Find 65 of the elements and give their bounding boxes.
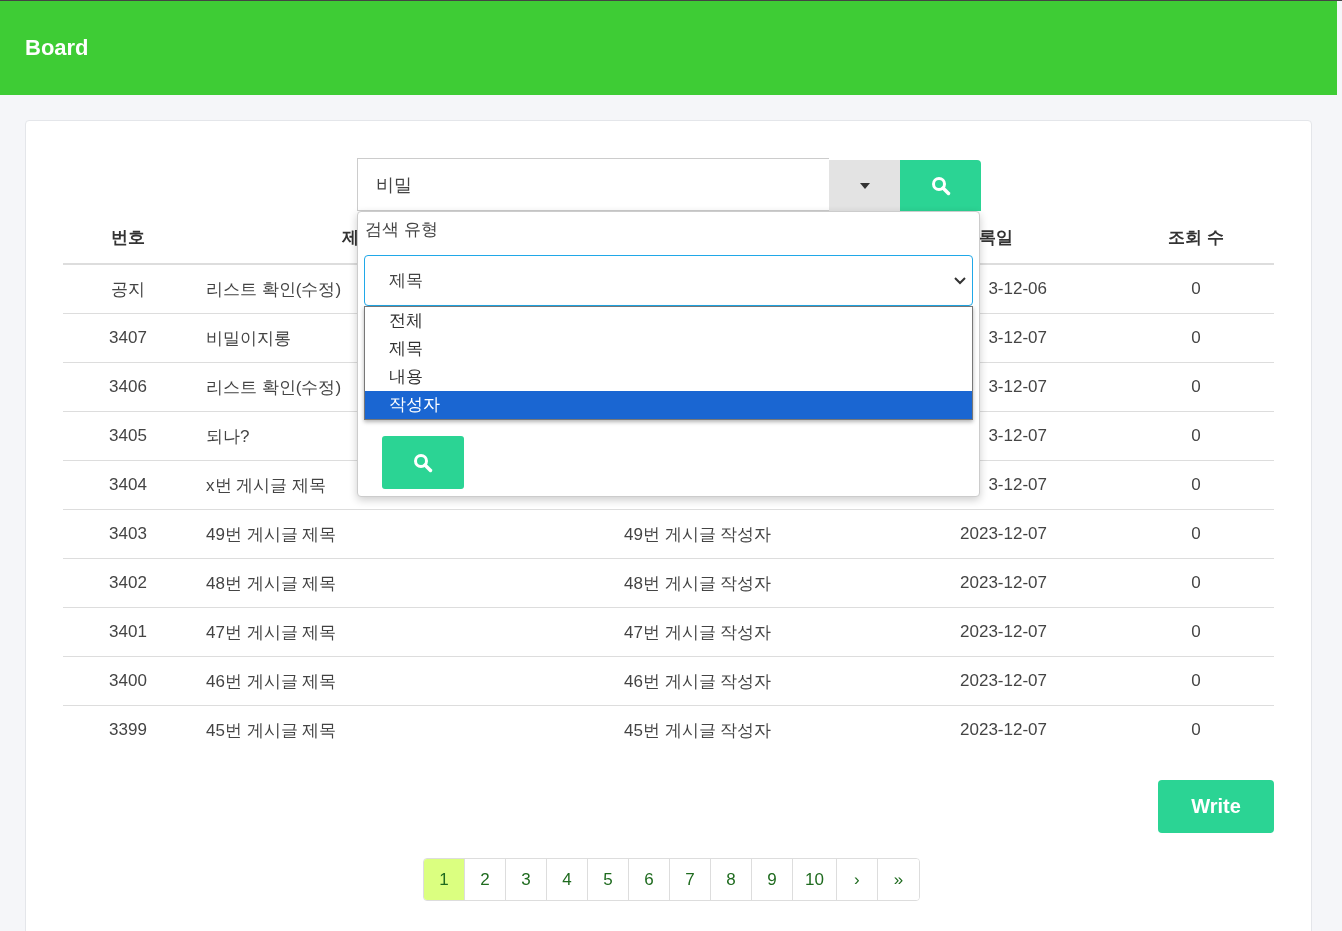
search-type-select[interactable]: 제목 — [364, 255, 973, 306]
search-button[interactable] — [382, 436, 464, 489]
option-item[interactable]: 전체 — [365, 307, 972, 335]
table-cell: 3-12-07 — [988, 475, 1047, 494]
table-cell: 47번 게시글 작성자 — [624, 622, 772, 642]
search-type-label: 검색 유형 — [364, 219, 439, 241]
post-title-link[interactable]: 리스트 확인(수정) — [206, 377, 342, 397]
board-title: Board — [25, 35, 89, 61]
option-item[interactable]: 내용 — [365, 363, 972, 391]
table-cell: 48번 게시글 작성자 — [624, 573, 772, 593]
post-title-link[interactable]: 비밀이지롱 — [206, 328, 291, 348]
table-cell-text: 0 — [1190, 475, 1202, 495]
table-cell-text: 공지 — [110, 278, 146, 301]
table-cell: 3-12-07 — [988, 377, 1047, 396]
post-title-link[interactable]: x번 게시글 제목 — [206, 475, 326, 495]
column-header: 제 — [342, 227, 359, 247]
table-cell-text: 3399 — [108, 720, 148, 740]
table-cell-text: 3403 — [108, 524, 148, 544]
table-cell-text: 0 — [1190, 573, 1202, 593]
table-cell-text: 0 — [1190, 328, 1202, 348]
table-cell-text: 3401 — [108, 622, 148, 642]
caret-icon — [859, 182, 870, 189]
page-link[interactable]: 1 — [424, 859, 465, 900]
table-cell-text: 3402 — [108, 573, 148, 593]
table-cell-text: 3405 — [108, 426, 148, 446]
table-cell: 2023-12-07 — [960, 720, 1047, 739]
table-cell: 45번 게시글 작성자 — [624, 720, 772, 740]
table-cell: 2023-12-07 — [960, 622, 1047, 641]
search-button[interactable] — [900, 160, 981, 211]
post-title-link[interactable]: 49번 게시글 제목 — [206, 524, 337, 544]
column-header: 번호 — [110, 226, 146, 249]
table-cell: 2023-12-07 — [960, 573, 1047, 592]
table-cell: 3-12-07 — [988, 328, 1047, 347]
table-cell-text: 0 — [1190, 720, 1202, 740]
post-title-link[interactable]: 45번 게시글 제목 — [206, 720, 337, 740]
table-cell: 2023-12-07 — [960, 671, 1047, 690]
chevron-icon — [954, 276, 966, 285]
search-field[interactable]: 비밀 — [357, 158, 829, 211]
table-cell-text: 3406 — [108, 377, 148, 397]
table-cell: 3-12-07 — [988, 426, 1047, 445]
table-cell-text: 0 — [1190, 622, 1202, 642]
post-title-link[interactable]: 46번 게시글 제목 — [206, 671, 337, 691]
dropdown-toggle-button[interactable] — [829, 160, 900, 211]
option-item[interactable]: 제목 — [365, 335, 972, 363]
table-cell-text: 0 — [1190, 279, 1202, 299]
post-title-link[interactable]: 되나? — [206, 426, 250, 446]
post-title-link[interactable]: 리스트 확인(수정) — [206, 279, 342, 299]
table-cell-text: 3404 — [108, 475, 148, 495]
table-cell: 46번 게시글 작성자 — [624, 671, 772, 691]
table-cell: 2023-12-07 — [960, 524, 1047, 543]
search-icon — [413, 452, 433, 473]
table-cell-text: 3407 — [108, 328, 148, 348]
post-title-link[interactable]: 48번 게시글 제목 — [206, 573, 337, 593]
table-cell-text: 0 — [1190, 377, 1202, 397]
table-cell-text: 3400 — [108, 671, 148, 691]
post-title-link[interactable]: 47번 게시글 제목 — [206, 622, 337, 642]
table-cell-text: 0 — [1190, 524, 1202, 544]
table-cell-text: 0 — [1190, 671, 1202, 691]
column-header: 록일 — [979, 227, 1013, 247]
option-item[interactable]: 작성자 — [365, 391, 972, 419]
table-cell: 49번 게시글 작성자 — [624, 524, 772, 544]
table-cell-text: 0 — [1190, 426, 1202, 446]
table-cell: 3-12-06 — [988, 279, 1047, 298]
search-icon — [930, 175, 951, 196]
column-header: 조회 수 — [1167, 226, 1225, 249]
